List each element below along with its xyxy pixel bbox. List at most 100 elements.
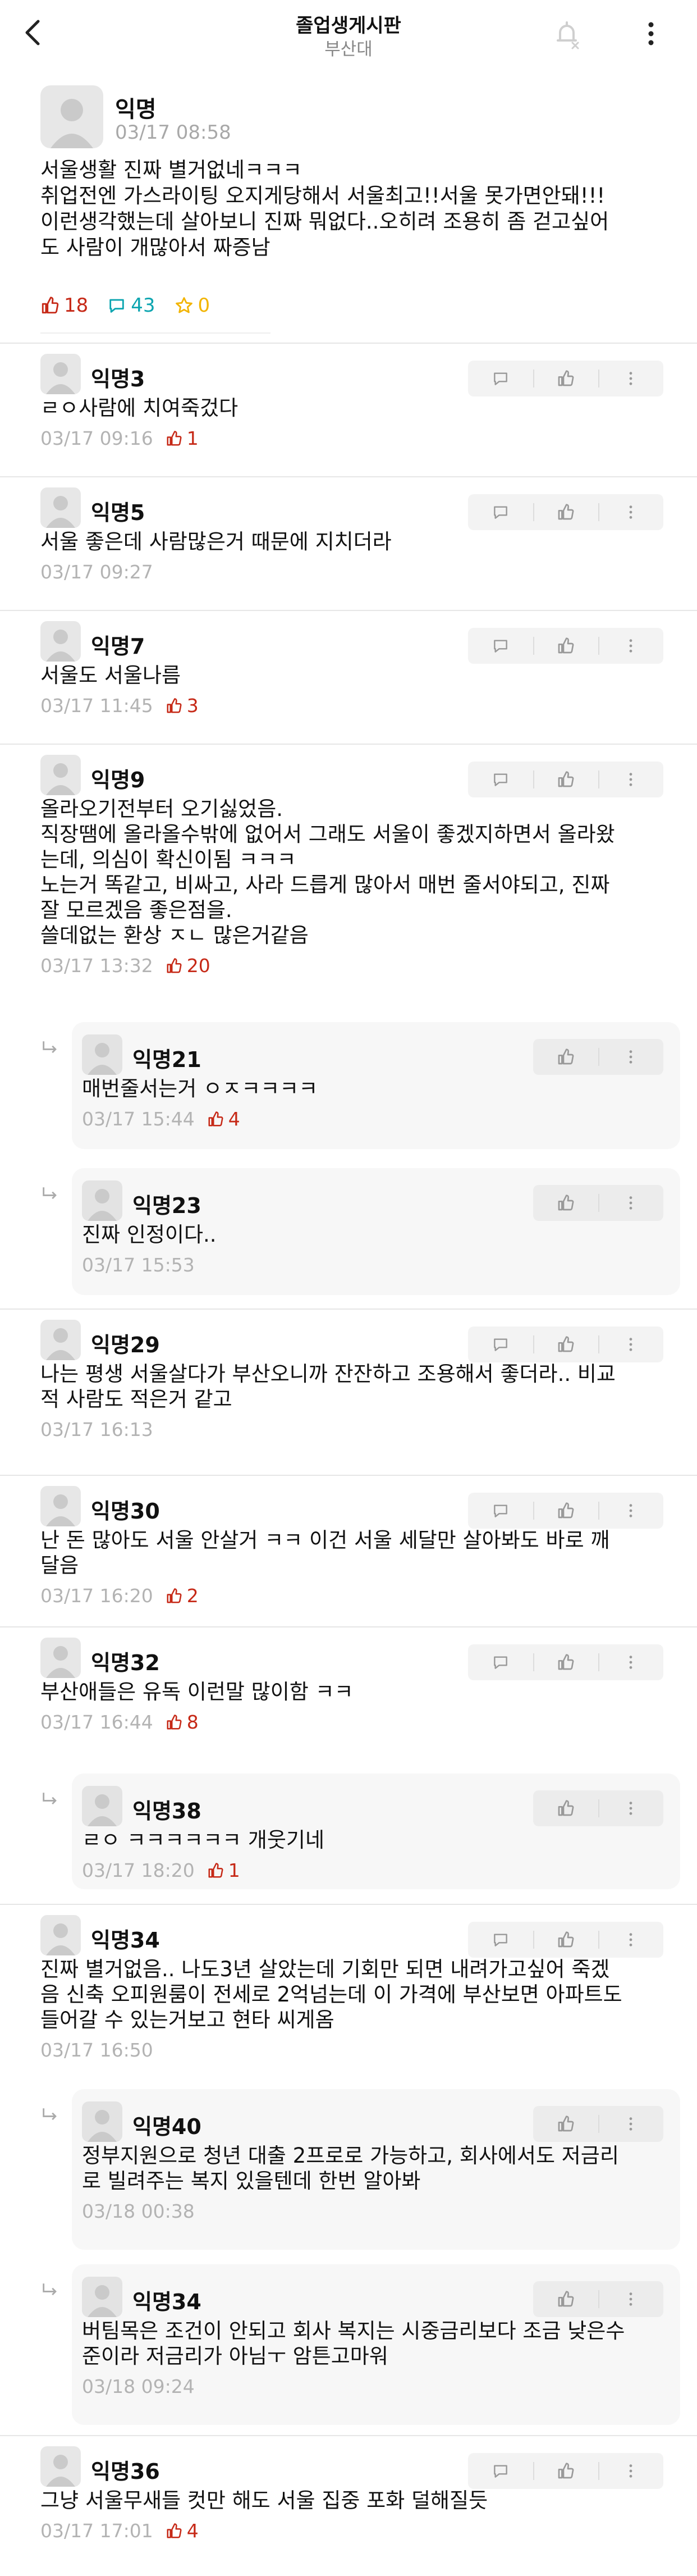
notification-toggle-button[interactable] <box>550 17 584 51</box>
like-count-value: 18 <box>64 294 89 317</box>
comment-more-button[interactable] <box>598 1185 663 1221</box>
comment-author: 익명7 <box>91 634 145 659</box>
comment-body: 나는 평생 서울살다가 부산오니까 잔잔하고 조용해서 좋더라.. 비교 적 사람… <box>40 1361 663 1412</box>
comment-actions <box>468 1326 663 1362</box>
comment-author: 익명30 <box>91 1499 160 1524</box>
reply-item: 익명34 버팀목은 조건이 안되고 회사 복지는 시중금리보다 조금 낮은수 준이라… <box>0 2264 697 2425</box>
more-vertical-icon <box>629 1802 632 1815</box>
comment-time: 03/17 18:20 <box>82 1859 195 1881</box>
comment-more-button[interactable] <box>598 2453 663 2489</box>
comment-more-button[interactable] <box>598 1039 663 1075</box>
comment-more-button[interactable] <box>598 1644 663 1680</box>
comment-line: 노는거 똑같고, 비싸고, 사라 드릅게 많아서 매번 줄서야되고, 진짜 <box>40 873 610 897</box>
comment-time: 03/17 17:01 <box>40 2520 153 2542</box>
comment-time: 03/17 09:27 <box>40 561 153 583</box>
comment-line: 나는 평생 서울살다가 부산오니까 잔잔하고 조용해서 좋더라.. 비교 <box>40 1362 616 1386</box>
comment-like-count: 8 <box>166 1711 199 1733</box>
reply-button[interactable] <box>468 1922 533 1958</box>
comment-more-button[interactable] <box>598 494 663 530</box>
comment-body: 그냥 서울무새들 컷만 해도 서울 집중 포화 덜해질듯 <box>40 2488 663 2513</box>
comment-more-button[interactable] <box>598 1922 663 1958</box>
thumbs-up-icon <box>558 2291 574 2307</box>
default-avatar-icon <box>88 1189 117 1221</box>
reply-button[interactable] <box>468 1326 533 1362</box>
reply-button[interactable] <box>468 628 533 664</box>
like-button[interactable] <box>533 628 598 664</box>
comment-count-value: 43 <box>131 294 155 317</box>
comment-more-button[interactable] <box>598 1790 663 1826</box>
reply-button[interactable] <box>468 762 533 797</box>
comment-actions <box>533 1790 663 1826</box>
like-button[interactable] <box>533 1039 598 1075</box>
comment-more-button[interactable] <box>598 762 663 797</box>
comment-more-button[interactable] <box>598 2281 663 2317</box>
comment-time: 03/17 16:13 <box>40 1419 153 1440</box>
like-button[interactable] <box>533 2281 598 2317</box>
like-button[interactable] <box>533 1790 598 1826</box>
comment-author: 익명34 <box>91 1928 160 1953</box>
comment-line: 준이라 저금리가 아님ㅜ 암튼고마워 <box>82 2344 388 2368</box>
comment-more-button[interactable] <box>598 361 663 396</box>
thumbs-up-icon <box>42 297 59 314</box>
comment-body: 진짜 인정이다.. <box>82 1222 671 1247</box>
comment-line: 매번줄서는거 ㅇㅈㅋㅋㅋㅋ <box>82 1077 318 1101</box>
comment-time: 03/17 16:20 <box>40 1585 153 1607</box>
comment-actions <box>468 1644 663 1680</box>
like-button[interactable] <box>533 1185 598 1221</box>
comment-more-button[interactable] <box>598 628 663 664</box>
like-button[interactable] <box>533 1326 598 1362</box>
reply-button[interactable] <box>468 1493 533 1529</box>
comment-more-button[interactable] <box>598 2106 663 2142</box>
comment-line: 진짜 인정이다.. <box>82 1223 217 1247</box>
comment-line: 정부지원으로 청년 대출 2프로로 가능하고, 회사에서도 저금리 <box>82 2144 619 2168</box>
more-options-button[interactable] <box>634 17 668 51</box>
divider <box>40 332 270 334</box>
speech-bubble-icon <box>494 506 507 519</box>
star-icon <box>175 297 192 313</box>
comment-line: 버팀목은 조건이 안되고 회사 복지는 시중금리보다 조금 낮은수 <box>82 2319 625 2343</box>
thumbs-up-icon <box>167 958 182 973</box>
comment-author: 익명36 <box>91 2459 160 2484</box>
comment-body: 올라오기전부터 오기싫었음. 직장땜에 올라올수밖에 없어서 그래도 서울이 좋겠… <box>40 796 663 948</box>
reply-item: 익명23 진짜 인정이다.. 03/17 15:53 <box>0 1168 697 1295</box>
reply-arrow-icon <box>43 1793 57 1805</box>
default-avatar-icon <box>46 2455 75 2487</box>
comment-line: 그냥 서울무새들 컷만 해도 서울 집중 포화 덜해질듯 <box>40 2488 488 2513</box>
like-button[interactable] <box>533 1922 598 1958</box>
comment-time: 03/17 09:16 <box>40 427 153 449</box>
thumbs-up-icon <box>167 430 182 445</box>
reply-button[interactable] <box>468 1644 533 1680</box>
reply-button[interactable] <box>468 494 533 530</box>
like-button[interactable] <box>533 1644 598 1680</box>
top-bar: 졸업생게시판 부산대 <box>0 0 697 67</box>
comment-meta: 03/17 17:01 4 <box>40 2520 199 2542</box>
like-button[interactable] <box>533 1493 598 1529</box>
reply-button[interactable] <box>468 2453 533 2489</box>
reply-card: 익명23 진짜 인정이다.. 03/17 15:53 <box>72 1168 680 1295</box>
speech-bubble-icon <box>494 2465 507 2478</box>
post-stats: 18 43 0 <box>40 293 229 318</box>
speech-bubble-icon <box>494 1504 507 1517</box>
comment-body: 정부지원으로 청년 대출 2프로로 가능하고, 회사에서도 저금리 로 빌려주는 … <box>82 2143 671 2194</box>
default-avatar-icon <box>51 99 93 148</box>
thumbs-up-icon <box>558 1931 574 1948</box>
avatar <box>82 1034 122 1075</box>
thumbs-up-icon <box>208 1862 223 1877</box>
scrap-count: 0 <box>175 294 210 317</box>
comment-author: 익명38 <box>132 1799 201 1823</box>
like-button[interactable] <box>533 2106 598 2142</box>
like-button[interactable] <box>533 762 598 797</box>
comment-more-button[interactable] <box>598 1493 663 1529</box>
comment-more-button[interactable] <box>598 1326 663 1362</box>
reply-indicator <box>40 1185 59 1206</box>
post-body: 서울생활 진짜 별거없네ㅋㅋㅋ 취업전엔 가스라이팅 오지게당해서 서울최고!!… <box>40 157 663 261</box>
comment-line: 음 신축 오피원룸이 전세로 2억넘는데 이 가격에 부산보면 아파트도 <box>40 1982 622 2007</box>
more-vertical-icon <box>629 372 632 385</box>
avatar <box>40 354 81 394</box>
like-button[interactable] <box>533 2453 598 2489</box>
like-button[interactable] <box>533 361 598 396</box>
comment-author: 익명23 <box>132 1193 201 1218</box>
reply-button[interactable] <box>468 361 533 396</box>
like-button[interactable] <box>533 494 598 530</box>
comment-line: 로 빌려주는 복지 있을텐데 한번 알아봐 <box>82 2169 421 2193</box>
